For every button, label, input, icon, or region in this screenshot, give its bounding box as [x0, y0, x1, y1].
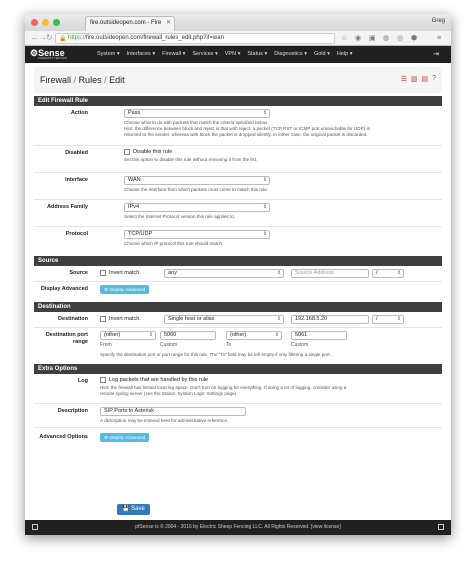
footer: pfSense is © 2004 - 2016 by Electric She… — [25, 520, 451, 535]
gear-icon: ⚙ — [104, 435, 109, 440]
port-to-input[interactable]: 5061 — [291, 331, 347, 340]
destination-invert-checkbox[interactable] — [100, 316, 106, 322]
url-text: fire.outsideopen.com/firewall_rules_edit… — [86, 35, 224, 41]
destination-panel: Destination Destination Invert match. Si… — [34, 302, 442, 362]
profile-name[interactable]: Greg — [432, 18, 445, 24]
source-type-select[interactable]: any ⇕ — [164, 269, 284, 278]
help-icon[interactable]: ? — [432, 75, 436, 83]
destination-mask-select[interactable]: / ⇕ — [372, 315, 404, 324]
reload-icon[interactable]: ↻ — [46, 33, 53, 43]
address-input[interactable]: 🔒 https://fire.outsideopen.com/firewall_… — [55, 33, 335, 44]
lock-icon: 🔒 — [59, 36, 67, 42]
port-from-input[interactable]: 5060 — [160, 331, 216, 340]
breadcrumb-rules[interactable]: Rules — [79, 75, 102, 85]
menu-item[interactable]: System ▾ — [97, 51, 120, 57]
close-tab-icon[interactable]: ✕ — [166, 17, 171, 30]
extension-icon[interactable]: ◍ — [383, 34, 389, 43]
address-family-row: Address Family IPv4 ⇕ Select the Internet… — [34, 200, 442, 227]
address-family-select[interactable]: IPv4 ⇕ — [124, 203, 270, 212]
action-row: Action Pass ⇕ Choose what to do with pack… — [34, 106, 442, 146]
port-from-select[interactable]: (other) ⇕ — [100, 331, 156, 340]
source-display-advanced-button[interactable]: ⚙ Display Advanced — [100, 285, 150, 294]
url-bar: ← → ↻ 🔒 https://fire.outsideopen.com/fir… — [25, 31, 451, 46]
log-row: Log Log packets that are handled by this… — [34, 374, 442, 404]
protocol-row: Protocol TCP/UDP ⇕ Choose which IP protoc… — [34, 227, 442, 254]
logo-subtitle: COMMUNITY EDITION — [38, 57, 67, 60]
menu-item[interactable]: Interfaces ▾ — [127, 51, 155, 57]
extension-icon[interactable]: ▣ — [369, 34, 376, 43]
menu-icon[interactable]: ≡ — [437, 34, 441, 43]
destination-type-select[interactable]: Single host or alias ⇕ — [164, 315, 284, 324]
chart-icon[interactable]: ▥ — [411, 75, 418, 83]
url-scheme: https:// — [68, 35, 87, 41]
star-icon[interactable]: ☆ — [341, 34, 347, 43]
menu-item[interactable]: Help ▾ — [337, 51, 353, 57]
list-icon[interactable]: ▤ — [421, 75, 428, 83]
advanced-display-button[interactable]: ⚙ Display Advanced — [100, 433, 150, 442]
back-icon[interactable]: ← — [31, 33, 39, 43]
menu-item[interactable]: Status ▾ — [247, 51, 267, 57]
source-address-input[interactable]: Source Address — [291, 269, 369, 278]
interface-select[interactable]: WAN ⇕ — [124, 176, 270, 185]
action-help: Choose what to do with packets that matc… — [124, 120, 370, 137]
breadcrumb-firewall[interactable]: Firewall — [40, 75, 71, 85]
interface-row: Interface WAN ⇕ Choose the interface from… — [34, 173, 442, 200]
panel-heading: Extra Options — [34, 364, 442, 374]
pfsense-logo[interactable]: ⚙Sense — [30, 49, 65, 58]
settings-sliders-icon[interactable]: ☰ — [401, 75, 407, 83]
action-label: Action — [70, 110, 88, 116]
extension-icon[interactable]: ◎ — [397, 34, 403, 43]
source-advanced-row: Display Advanced ⚙ Display Advanced — [34, 282, 442, 300]
save-icon: 💾 — [122, 506, 130, 512]
browser-tab[interactable]: fire.outsideopen.com - Fire ✕ — [85, 16, 175, 31]
destination-port-row: Destination port range (other) ⇕ 5060 (ot… — [34, 328, 442, 362]
port-to-select[interactable]: (other) ⇕ — [226, 331, 282, 340]
destination-address-input[interactable]: 192.168.5.20 — [291, 315, 369, 324]
panel-heading: Edit Firewall Rule — [34, 96, 442, 106]
edit-rule-panel: Edit Firewall Rule Action Pass ⇕ Choose w… — [34, 96, 442, 254]
footer-right-icon — [438, 524, 444, 530]
panel-heading: Destination — [34, 302, 442, 312]
tab-title: fire.outsideopen.com - Fire — [90, 20, 162, 26]
menu-item[interactable]: Diagnostics ▾ — [274, 51, 307, 57]
menu-item[interactable]: Services ▾ — [192, 51, 217, 57]
protocol-select[interactable]: TCP/UDP ⇕ — [124, 230, 270, 239]
menu-item[interactable]: Firewall ▾ — [162, 51, 185, 57]
destination-row: Destination Invert match. Single host or… — [34, 312, 442, 328]
source-mask-select[interactable]: / ⇕ — [372, 269, 404, 278]
source-panel: Source Source Invert match. any ⇕ Source … — [34, 256, 442, 300]
title-bar: fire.outsideopen.com - Fire ✕ Greg — [25, 14, 451, 31]
source-row: Source Invert match. any ⇕ Source Address… — [34, 266, 442, 282]
disabled-label: Disabled — [65, 150, 88, 156]
extra-options-panel: Extra Options Log Log packets that are h… — [34, 364, 442, 452]
gear-icon: ⚙ — [104, 287, 109, 292]
advanced-options-row: Advanced Options ⚙ Display Advanced — [34, 428, 442, 452]
close-window-button[interactable] — [31, 19, 38, 26]
menu-item[interactable]: VPN ▾ — [225, 51, 241, 57]
log-checkbox[interactable] — [100, 377, 106, 383]
description-input[interactable]: SIP Ports to Asterisk — [100, 407, 246, 416]
breadcrumb-edit: Edit — [109, 75, 125, 85]
window-controls — [31, 19, 60, 26]
footer-text: pfSense is © 2004 - 2016 by Electric She… — [135, 524, 341, 530]
save-button[interactable]: 💾 Save — [117, 504, 150, 515]
logout-icon[interactable]: ⇥ — [433, 50, 439, 58]
maximize-window-button[interactable] — [53, 19, 60, 26]
disabled-row: Disabled Disable this rule Set this opti… — [34, 146, 442, 173]
menu-item[interactable]: Gold ▾ — [314, 51, 330, 57]
footer-left-icon — [32, 524, 38, 530]
main-menu: System ▾ Interfaces ▾ Firewall ▾ Services ▾… — [97, 51, 352, 57]
minimize-window-button[interactable] — [42, 19, 49, 26]
extension-icon[interactable]: ⬢ — [411, 34, 417, 43]
top-navbar: ⚙Sense COMMUNITY EDITION System ▾ Interfa… — [25, 46, 451, 63]
extension-icon[interactable]: ◉ — [355, 34, 361, 43]
breadcrumb: Firewall / Rules / Edit ☰ ▥ ▤ ? — [34, 67, 442, 93]
description-row: Description SIP Ports to Asterisk A desc… — [34, 404, 442, 428]
action-select[interactable]: Pass ⇕ — [124, 109, 270, 118]
log-help: Hint: the firewall has limited local log… — [100, 385, 347, 397]
disable-rule-checkbox[interactable] — [124, 149, 130, 155]
source-invert-checkbox[interactable] — [100, 270, 106, 276]
browser-window: fire.outsideopen.com - Fire ✕ Greg ← → ↻ … — [25, 14, 451, 535]
panel-heading: Source — [34, 256, 442, 266]
